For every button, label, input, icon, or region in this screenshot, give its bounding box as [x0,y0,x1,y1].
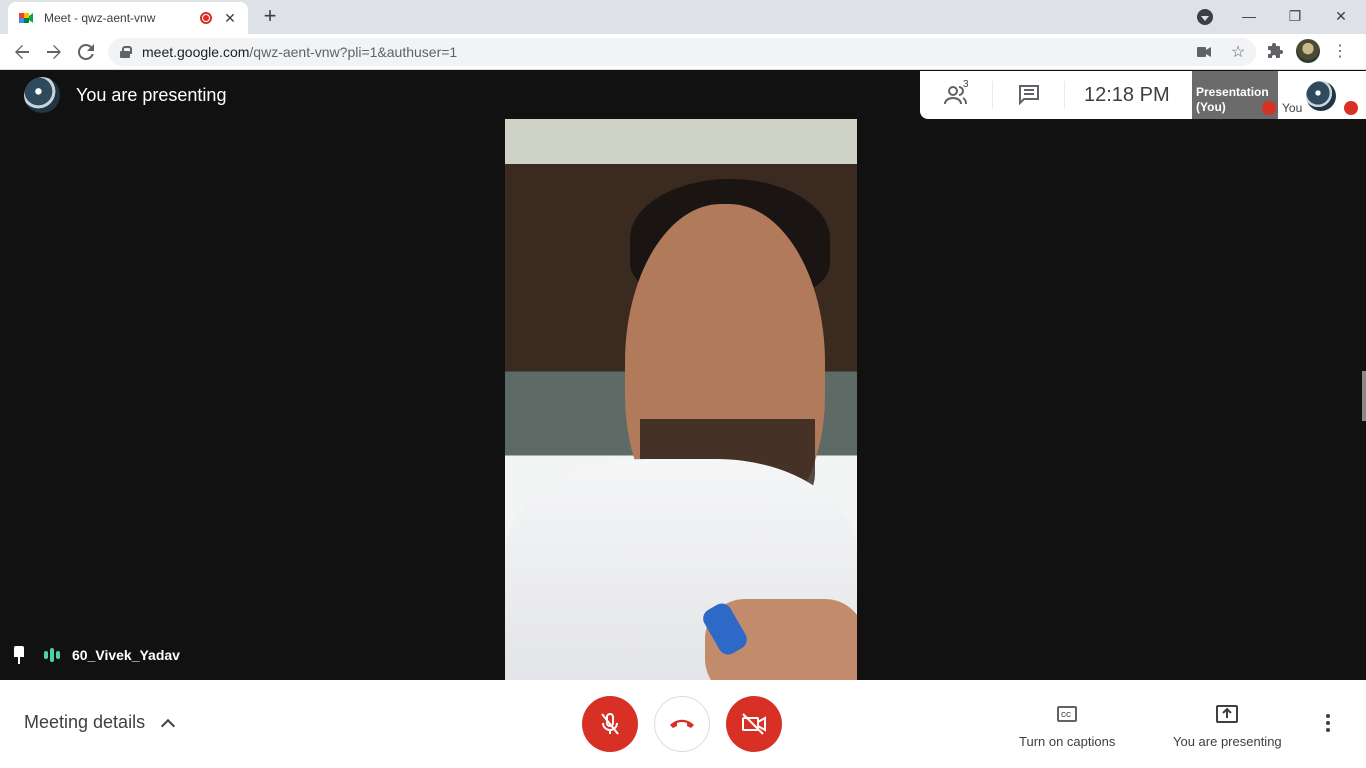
presentation-tile-label: Presentation (You) [1196,85,1269,114]
presenter-avatar [24,77,60,113]
meeting-details-label: Meeting details [24,712,146,732]
extension-area: ⋮ [1266,39,1350,63]
self-tile[interactable]: You [1278,71,1366,119]
scrollbar[interactable] [1362,371,1366,421]
participant-name: 60_Vivek_Yadav [72,647,180,663]
tab-title: Meet - qwz-aent-vnw [44,11,156,25]
self-tile-label: You [1282,101,1303,115]
present-screen-icon [1216,702,1239,726]
omnibox-actions: ☆ [1194,42,1248,62]
browser-menu-icon[interactable]: ⋮ [1330,41,1350,61]
pin-icon[interactable] [12,646,26,664]
people-count: 3 [963,79,969,90]
microphone-toggle-button[interactable] [582,696,638,752]
camera-in-use-icon[interactable] [1194,42,1214,62]
address-bar[interactable]: meet.google.com/qwz-aent-vnw?pli=1&authu… [108,38,1256,66]
recording-icon [200,12,212,24]
muted-icon [1262,101,1276,115]
lock-icon[interactable] [120,46,132,58]
presentation-tile[interactable]: Presentation (You) [1192,71,1278,119]
profile-avatar[interactable] [1296,39,1320,63]
camera-toggle-button[interactable] [726,696,782,752]
more-options-icon[interactable] [1326,714,1330,732]
back-icon[interactable] [10,40,34,64]
participant-name-tag: 60_Vivek_Yadav [12,646,180,664]
self-avatar [1306,81,1336,111]
url-path: /qwz-aent-vnw?pli=1&authuser=1 [249,44,458,60]
divider [1064,81,1065,109]
window-close-button[interactable]: ✕ [1318,0,1364,32]
google-meet-icon [18,10,34,26]
url-text: meet.google.com/qwz-aent-vnw?pli=1&authu… [142,44,457,60]
reload-icon[interactable] [74,40,98,64]
camera-off-icon [742,713,766,735]
window-restore-button[interactable]: ❐ [1272,0,1318,32]
browser-tab[interactable]: Meet - qwz-aent-vnw ✕ [8,2,248,34]
meeting-clock: 12:18 PM [1084,84,1170,106]
meeting-details-button[interactable]: Meeting details [24,712,176,733]
muted-icon [1344,101,1358,115]
presenting-banner: You are presenting [76,84,227,105]
meeting-controls-bar: Meeting details CC Turn on captions You … [0,680,1366,768]
audio-level-icon [44,648,60,662]
end-call-icon [670,719,694,728]
url-host: meet.google.com [142,44,250,60]
bookmark-star-icon[interactable]: ☆ [1228,42,1248,62]
present-label: You are presenting [1173,734,1282,749]
window-minimize-button[interactable]: — [1226,0,1272,32]
divider [992,81,993,109]
tab-search-icon[interactable] [1197,9,1213,25]
browser-toolbar: meet.google.com/qwz-aent-vnw?pli=1&authu… [0,34,1366,70]
chevron-up-icon [161,718,176,733]
new-tab-button[interactable]: + [258,5,282,29]
captions-label: Turn on captions [1019,734,1116,749]
extensions-puzzle-icon[interactable] [1266,41,1286,61]
meeting-info-panel: 3 12:18 PM Presentation (You) You [920,71,1366,119]
forward-icon[interactable] [42,40,66,64]
present-button[interactable]: You are presenting [1173,702,1282,749]
leave-call-button[interactable] [654,696,710,752]
captions-icon: CC [1057,702,1078,726]
mic-off-icon [601,713,619,735]
presenting-header: You are presenting [24,77,226,113]
tab-close-button[interactable]: ✕ [222,10,238,27]
chat-icon[interactable] [1017,83,1041,107]
participant-video [505,119,857,680]
meeting-stage: You are presenting 60_Vivek_Yadav [0,71,1366,680]
svg-text:CC: CC [1061,712,1071,719]
tab-strip: Meet - qwz-aent-vnw ✕ + — ❐ ✕ [0,0,1366,34]
captions-button[interactable]: CC Turn on captions [1019,702,1115,749]
